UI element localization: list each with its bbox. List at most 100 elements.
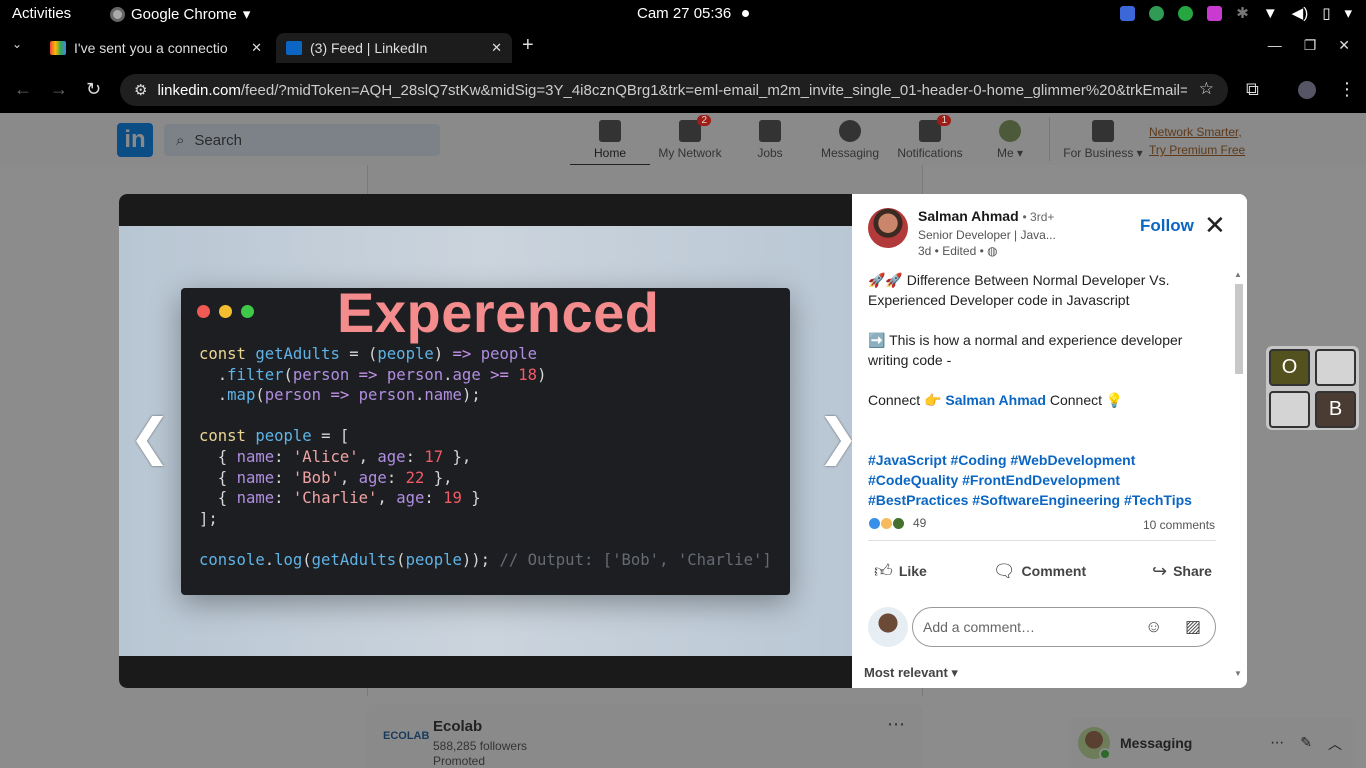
widget-tile[interactable]: O — [1269, 349, 1310, 386]
image-icon[interactable]: ▨ — [1185, 617, 1201, 637]
compose-icon[interactable]: ✎ — [1300, 734, 1312, 754]
bell-icon: 1 — [919, 115, 951, 142]
sort-comments-dropdown[interactable]: Most relevant ▾ — [864, 665, 958, 681]
nav-jobs[interactable]: Jobs — [730, 120, 810, 160]
close-tab-icon[interactable]: ✕ — [491, 40, 502, 56]
widget-tile[interactable] — [1315, 349, 1356, 386]
widget-tile[interactable] — [1269, 391, 1310, 428]
author-name[interactable]: Salman Ahmad — [918, 208, 1019, 224]
window-lights — [197, 305, 254, 318]
company-logo[interactable]: ECOLAB — [383, 730, 429, 742]
support-reaction-icon — [892, 516, 905, 530]
follow-button[interactable]: Follow — [1140, 216, 1194, 236]
network-icon: 2 — [679, 115, 711, 142]
tab-strip: ⌄ I've sent you a connectio ✕ (3) Feed |… — [0, 27, 1366, 67]
linkedin-logo[interactable]: in — [117, 123, 153, 157]
nav-label: My Network — [658, 146, 722, 160]
close-icon[interactable]: ✕ — [1204, 212, 1226, 238]
scroll-up-icon[interactable]: ▲ — [1234, 270, 1242, 279]
author-mention-link[interactable]: Salman Ahmad — [945, 392, 1046, 408]
nav-badge: 1 — [937, 115, 951, 126]
search-input[interactable]: ⌕ Search — [164, 124, 440, 156]
divider — [1049, 117, 1050, 161]
menu-caret-icon[interactable]: ▾ — [1344, 4, 1352, 22]
floating-widget[interactable]: O B — [1266, 346, 1359, 430]
minimize-icon[interactable]: — — [1268, 37, 1282, 54]
post-line: ➡️ This is how a normal and experience d… — [868, 332, 1183, 368]
tab-gmail[interactable]: I've sent you a connectio ✕ — [40, 33, 272, 63]
widget-tile[interactable]: B — [1315, 391, 1356, 428]
activities-button[interactable]: Activities — [12, 5, 71, 22]
hashtags[interactable]: #JavaScript #Coding #WebDevelopment #Cod… — [868, 450, 1223, 510]
tab-title: (3) Feed | LinkedIn — [310, 40, 428, 56]
site-info-icon[interactable]: ⚙ — [134, 81, 147, 99]
close-tab-icon[interactable]: ✕ — [251, 40, 262, 56]
connect-suffix: Connect 💡 — [1049, 392, 1124, 408]
notification-dot-icon — [742, 10, 749, 17]
connect-line: Connect 👉 Salman Ahmad Connect 💡 — [868, 390, 1223, 410]
search-placeholder: Search — [194, 131, 242, 149]
address-bar[interactable]: ⚙ linkedin.com/feed/?midToken=AQH_28slQ7… — [120, 74, 1228, 106]
app-tray-icon[interactable] — [1207, 5, 1223, 21]
green-light-icon — [241, 305, 254, 318]
back-icon[interactable]: ← — [14, 79, 32, 100]
messaging-label: Messaging — [1120, 735, 1193, 751]
author-avatar[interactable] — [868, 208, 908, 248]
company-name[interactable]: Ecolab — [433, 718, 482, 735]
bookmark-star-icon[interactable]: ☆ — [1199, 79, 1214, 99]
chat-icon — [839, 120, 861, 142]
volume-icon[interactable]: ◀) — [1292, 4, 1309, 22]
extensions-icon[interactable]: ⧉ — [1246, 79, 1259, 100]
panel-scrollbar[interactable]: ▲ ▼ — [1233, 270, 1243, 678]
forward-icon[interactable]: → — [50, 79, 68, 100]
chrome-menu-icon[interactable]: ⋮ — [1338, 79, 1356, 100]
phone-icon[interactable]: ▯ — [1322, 4, 1330, 22]
reload-icon[interactable]: ↻ — [86, 79, 101, 100]
app-menu[interactable]: Google Chrome ▾ — [110, 5, 250, 23]
nav-label: Notifications — [897, 146, 963, 160]
chevron-up-icon[interactable]: ︿ — [1328, 734, 1342, 754]
more-options-icon[interactable]: ⋯ — [1270, 734, 1284, 754]
premium-link[interactable]: Network Smarter, Try Premium Free — [1149, 123, 1245, 159]
post-actions: 👍︎ Like 🗨︎ Comment ↪ Share — [868, 556, 1218, 586]
restore-icon[interactable]: ❐ — [1304, 37, 1317, 54]
previous-image-icon[interactable]: ❮ — [129, 408, 171, 466]
app-grid-icon[interactable] — [1120, 5, 1136, 21]
whatsapp-icon[interactable] — [1178, 5, 1194, 21]
tab-search-icon[interactable]: ⌄ — [12, 37, 22, 51]
reactions-summary[interactable]: 49 — [868, 516, 926, 530]
author-headline: Senior Developer | Java... — [918, 228, 1056, 242]
clock[interactable]: Cam 27 05:36 — [637, 5, 731, 22]
more-options-icon[interactable]: ⋯ — [887, 714, 905, 735]
nav-notifications[interactable]: 1 Notifications — [890, 115, 970, 160]
avatar[interactable] — [868, 607, 908, 647]
avatar — [999, 120, 1021, 142]
code-window: Experenced const getAdults = (people) =>… — [181, 281, 790, 595]
emoji-icon[interactable]: ☺ — [1145, 617, 1162, 637]
nav-messaging[interactable]: Messaging — [810, 120, 890, 160]
tab-linkedin[interactable]: (3) Feed | LinkedIn ✕ — [276, 33, 512, 63]
scroll-down-icon[interactable]: ▼ — [1234, 669, 1242, 678]
new-tab-icon[interactable]: + — [522, 34, 534, 57]
scroll-thumb[interactable] — [1235, 284, 1243, 374]
chrome-tray-icon[interactable] — [1149, 5, 1165, 21]
feed-background — [367, 688, 923, 696]
messaging-bar[interactable]: Messaging ⋯ ✎ ︿ — [1068, 718, 1356, 768]
comments-count[interactable]: 10 comments — [1143, 518, 1215, 532]
avatar — [1078, 727, 1111, 760]
briefcase-icon — [759, 120, 781, 142]
profile-avatar[interactable] — [1298, 81, 1316, 99]
bluetooth-icon[interactable]: ✱ — [1236, 4, 1249, 22]
close-window-icon[interactable]: ✕ — [1338, 37, 1350, 54]
nav-my-network[interactable]: 2 My Network — [650, 115, 730, 160]
system-tray[interactable]: ✱ ▼ ◀) ▯ ▾ — [1120, 4, 1352, 22]
share-button[interactable]: ↪ Share — [1146, 556, 1218, 586]
promoted-post-card: ECOLAB Ecolab 588,285 followers Promoted… — [367, 704, 923, 768]
nav-for-business[interactable]: For Business ▾ — [1063, 120, 1143, 160]
like-button[interactable]: 👍︎ Like — [868, 556, 933, 586]
wifi-icon[interactable]: ▼ — [1263, 5, 1278, 22]
nav-home[interactable]: Home — [570, 120, 650, 166]
comment-input[interactable]: Add a comment… ☺ ▨ — [912, 607, 1216, 647]
nav-me[interactable]: Me ▾ — [970, 120, 1050, 160]
comment-button[interactable]: 🗨︎ Comment — [987, 556, 1092, 586]
